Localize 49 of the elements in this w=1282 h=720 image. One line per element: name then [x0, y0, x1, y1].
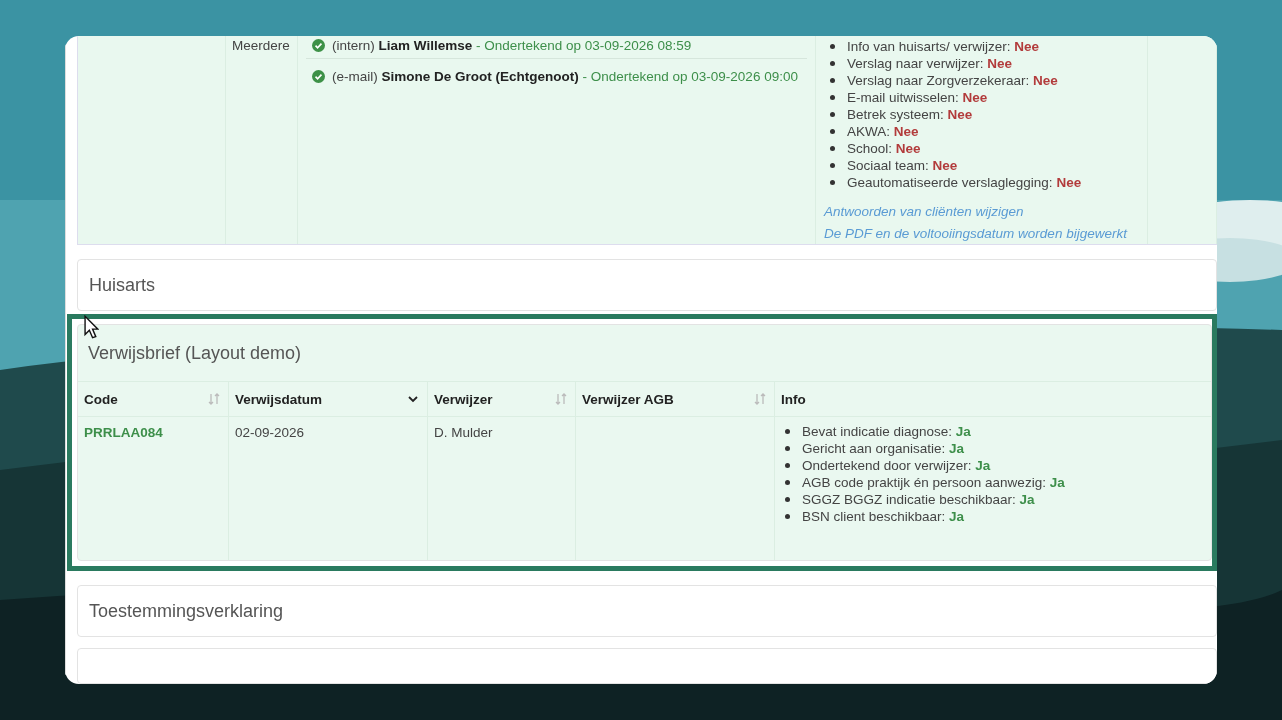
- sort-icon: [555, 393, 567, 405]
- table-cell: Meerdere: [232, 38, 290, 53]
- sort-icon: [208, 393, 220, 405]
- info-item: Bevat indicatie diagnose: Ja: [802, 423, 971, 440]
- info-item: Geautomatiseerde verslaglegging: Nee: [847, 174, 1082, 191]
- bullet-icon: [830, 180, 835, 185]
- column-header[interactable]: Info: [775, 382, 1211, 416]
- bullet-icon: [785, 514, 790, 519]
- info-item: AKWA: Nee: [847, 123, 919, 140]
- table-cell: 02-09-2026: [235, 425, 305, 440]
- bullet-icon: [830, 112, 835, 117]
- bullet-icon: [785, 446, 790, 451]
- info-item: School: Nee: [847, 140, 921, 157]
- bullet-icon: [830, 129, 835, 134]
- bullet-icon: [785, 463, 790, 468]
- signature-status: (intern) Liam Willemse - Ondertekend op 03-09-2026 08:59: [332, 38, 692, 53]
- info-item: AGB code praktijk én persoon aanwezig: Ja: [802, 474, 1065, 491]
- info-item: SGGZ BGGZ indicatie beschikbaar: Ja: [802, 491, 1035, 508]
- info-item: Verslag naar verwijzer: Nee: [847, 55, 1013, 72]
- bullet-icon: [785, 429, 790, 434]
- bullet-icon: [830, 78, 835, 83]
- info-item: Info van huisarts/ verwijzer: Nee: [847, 38, 1040, 55]
- bullet-icon: [830, 44, 835, 49]
- info-item: Betrek systeem: Nee: [847, 106, 973, 123]
- bullet-icon: [785, 480, 790, 485]
- panel-title: Huisarts: [89, 274, 155, 295]
- info-item: Gericht aan organisatie: Ja: [802, 440, 965, 457]
- chevron-down-icon: [407, 393, 419, 405]
- info-item: Ondertekend door verwijzer: Ja: [802, 457, 991, 474]
- bullet-icon: [830, 61, 835, 66]
- table-cell: D. Mulder: [434, 425, 493, 440]
- mouse-pointer-icon: [84, 315, 99, 339]
- code-link[interactable]: PRRLAA084: [84, 425, 163, 440]
- column-header[interactable]: Verwijzer AGB: [576, 382, 775, 416]
- column-header[interactable]: Verwijsdatum: [229, 382, 428, 416]
- info-item: Sociaal team: Nee: [847, 157, 958, 174]
- signature-status: (e-mail) Simone De Groot (Echtgenoot) - Ondertekend op 03-09-2026 09:00: [332, 69, 798, 84]
- bullet-icon: [830, 163, 835, 168]
- panel-title: Toestemmingsverklaring: [89, 600, 284, 621]
- bullet-icon: [785, 497, 790, 502]
- column-header[interactable]: Verwijzer: [428, 382, 576, 416]
- bullet-icon: [830, 95, 835, 100]
- column-header[interactable]: Code: [78, 382, 229, 416]
- info-item: BSN client beschikbaar: Ja: [802, 508, 965, 525]
- info-item: Verslag naar Zorgverzekeraar: Nee: [847, 72, 1058, 89]
- bullet-icon: [830, 146, 835, 151]
- info-item: E-mail uitwisselen: Nee: [847, 89, 988, 106]
- sort-icon: [754, 393, 766, 405]
- panel-title: Verwijsbrief (Layout demo): [88, 342, 302, 364]
